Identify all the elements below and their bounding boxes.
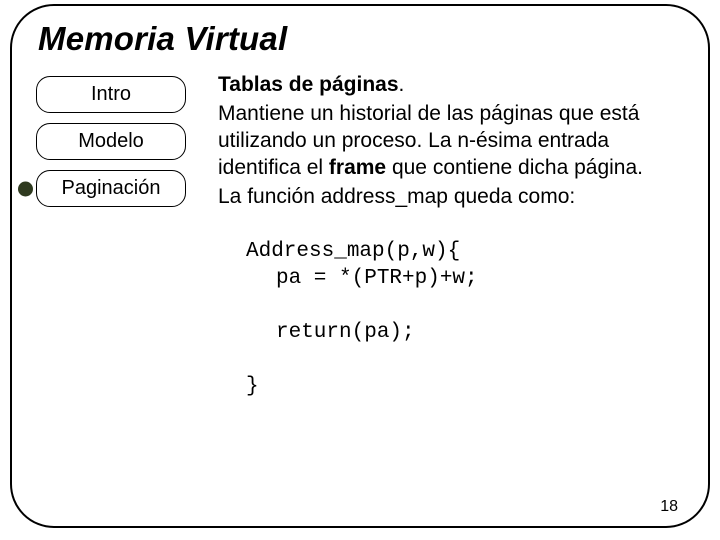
slide-frame: Memoria Virtual Intro Modelo Paginación …	[10, 4, 710, 528]
slide-body: Intro Modelo Paginación Tablas de página…	[36, 72, 684, 427]
p1-bold: frame	[329, 156, 386, 179]
heading-line: Tablas de páginas.	[218, 72, 678, 99]
nav-label: Paginación	[36, 170, 186, 207]
nav-item-intro[interactable]: Intro	[36, 76, 186, 113]
heading-bold: Tablas de páginas	[218, 73, 399, 96]
code-line-4: }	[246, 375, 259, 398]
paragraph-2: La función address_map queda como:	[218, 184, 678, 211]
nav-item-modelo[interactable]: Modelo	[36, 123, 186, 160]
heading-tail: .	[399, 73, 405, 96]
page-number: 18	[660, 498, 678, 516]
code-line-3: return(pa);	[246, 320, 678, 347]
slide-title: Memoria Virtual	[38, 20, 684, 58]
active-bullet-icon	[18, 181, 33, 196]
nav-label: Intro	[36, 76, 186, 113]
paragraph-1: Mantiene un historial de las páginas que…	[218, 101, 678, 182]
code-line-2: pa = *(PTR+p)+w;	[246, 266, 678, 293]
sidebar-nav: Intro Modelo Paginación	[36, 72, 196, 427]
p1b: que contiene dicha página.	[386, 156, 643, 179]
nav-label: Modelo	[36, 123, 186, 160]
slide: Memoria Virtual Intro Modelo Paginación …	[0, 0, 720, 540]
content-area: Tablas de páginas. Mantiene un historial…	[218, 72, 684, 427]
code-line-1: Address_map(p,w){	[246, 240, 460, 263]
code-block: Address_map(p,w){ pa = *(PTR+p)+w; retur…	[218, 212, 678, 427]
nav-item-paginacion[interactable]: Paginación	[36, 170, 186, 207]
